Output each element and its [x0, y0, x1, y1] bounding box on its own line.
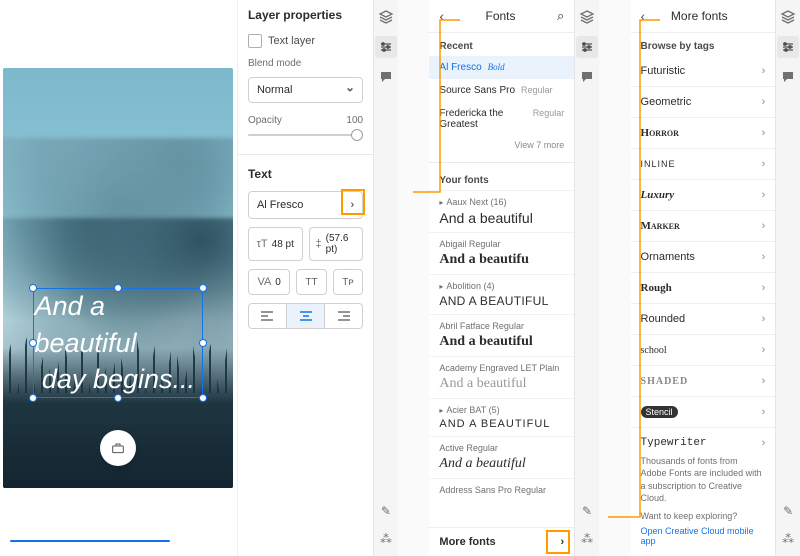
font-size-icon: τT [257, 238, 268, 250]
font-tag-row[interactable]: Horror› [631, 118, 776, 149]
your-fonts-label: Your fonts [429, 167, 574, 190]
tracking-icon: VA [257, 276, 271, 288]
font-tag-row[interactable]: school› [631, 335, 776, 366]
comment-icon[interactable] [779, 68, 797, 86]
right-rail: ✎ ⁂ [574, 0, 599, 556]
text-section-title: Text [238, 159, 373, 187]
more-fonts-panel: ‹ More fonts Browse by tags Futuristic›G… [631, 0, 776, 556]
toolbox-icon [110, 440, 126, 456]
align-center-button[interactable] [287, 303, 325, 329]
font-list-item[interactable]: ▸Acier BAT (5)AND A BEAUTIFUL [429, 398, 574, 436]
panel-title: Layer properties [238, 0, 373, 28]
right-rail: ✎ ⁂ [775, 0, 800, 556]
font-tag-row[interactable]: Stencil› [631, 397, 776, 428]
more-fonts-highlight [546, 530, 570, 554]
fonts-panel: ‹ Fonts ⌕ Recent Al FrescoBoldSource San… [429, 0, 574, 556]
align-right-button[interactable] [325, 303, 363, 329]
back-button[interactable]: ‹ [641, 8, 646, 24]
font-size-value: 48 pt [272, 239, 294, 250]
font-list-item[interactable]: Abigail RegularAnd a beautifu [429, 232, 574, 274]
recent-font-item[interactable]: Al FrescoBold [429, 56, 574, 79]
font-tag-row[interactable]: Futuristic› [631, 56, 776, 87]
slider-knob[interactable] [351, 129, 363, 141]
layers-icon[interactable] [779, 8, 797, 26]
canvas-area: And a beautiful day begins... [0, 0, 237, 556]
line-height-value: (57.6 pt) [326, 233, 356, 255]
pencil-icon[interactable]: ✎ [779, 502, 797, 520]
more-fonts-label: More fonts [439, 536, 495, 548]
properties-icon[interactable] [777, 36, 799, 58]
pencil-icon[interactable]: ✎ [578, 502, 596, 520]
opacity-value: 100 [346, 115, 363, 126]
slider-track [248, 134, 363, 136]
layers-icon[interactable] [377, 8, 395, 26]
font-tag-row[interactable]: Marker› [631, 211, 776, 242]
pencil-icon[interactable]: ✎ [377, 502, 395, 520]
opacity-slider[interactable] [248, 128, 363, 142]
bug-icon[interactable]: ⁂ [377, 530, 395, 548]
font-tag-row[interactable]: Luxury› [631, 180, 776, 211]
tracking-value: 0 [275, 277, 281, 288]
layer-properties-panel: Layer properties Text layer Blend mode N… [237, 0, 373, 556]
layers-icon[interactable] [578, 8, 596, 26]
line-height-icon: ‡ [316, 238, 322, 250]
footer-explore: Want to keep exploring? [631, 508, 776, 526]
font-size-field[interactable]: τT 48 pt [248, 227, 303, 261]
font-list-item[interactable]: ▸Abolition (4)AND A BEAUTIFUL [429, 274, 574, 314]
open-cc-link[interactable]: Open Creative Cloud mobile app [631, 526, 776, 556]
font-list-item[interactable]: Address Sans Pro Regular [429, 478, 574, 501]
chevron-down-icon [346, 86, 354, 94]
recent-font-item[interactable]: Fredericka the GreatestRegular [429, 102, 574, 136]
font-tag-row[interactable]: Typewriter› [631, 428, 776, 447]
font-list-item[interactable]: ▸Aaux Next (16)And a beautiful [429, 190, 574, 232]
text-layer-selection[interactable]: And a beautiful day begins... [33, 288, 203, 398]
search-icon[interactable]: ⌕ [557, 8, 564, 24]
properties-icon[interactable] [375, 36, 397, 58]
font-tag-row[interactable]: Ornaments› [631, 242, 776, 273]
bug-icon[interactable]: ⁂ [578, 530, 596, 548]
checkbox-icon [248, 34, 262, 48]
font-name: Al Fresco [257, 199, 303, 211]
blend-mode-select[interactable]: Normal [248, 77, 363, 103]
font-select-highlight [341, 189, 365, 215]
footer-note: Thousands of fonts from Adobe Fonts are … [631, 447, 776, 508]
opacity-label: Opacity [248, 115, 282, 126]
right-rail: ✎ ⁂ [373, 0, 398, 556]
text-layer-toggle[interactable]: Text layer [238, 28, 373, 54]
blend-mode-label: Blend mode [238, 54, 373, 73]
properties-icon[interactable] [576, 36, 598, 58]
font-list-item[interactable]: Active RegularAnd a beautiful [429, 436, 574, 478]
browse-tags-label: Browse by tags [631, 33, 776, 56]
recent-font-item[interactable]: Source Sans ProRegular [429, 79, 574, 102]
font-list-item[interactable]: Abril Fatface RegularAnd a beautiful [429, 314, 574, 356]
smallcaps-toggle[interactable]: Tᴘ [333, 269, 363, 295]
font-tag-row[interactable]: INLINE› [631, 149, 776, 180]
recent-label: Recent [429, 33, 574, 56]
text-line: And a beautiful [34, 288, 202, 361]
page-indicator [10, 540, 170, 542]
fonts-panel-title: Fonts [486, 9, 516, 23]
font-tag-row[interactable]: SHADED› [631, 366, 776, 397]
divider [238, 154, 373, 155]
font-tag-row[interactable]: Rounded› [631, 304, 776, 335]
font-list-item[interactable]: Academy Engraved LET PlainAnd a beautifu… [429, 356, 574, 398]
back-button[interactable]: ‹ [439, 8, 444, 24]
line-height-field[interactable]: ‡ (57.6 pt) [309, 227, 364, 261]
text-layer-label: Text layer [268, 35, 315, 47]
uppercase-toggle[interactable]: TT [296, 269, 326, 295]
artboard[interactable]: And a beautiful day begins... [3, 68, 233, 488]
font-tag-row[interactable]: Rough› [631, 273, 776, 304]
comment-icon[interactable] [377, 68, 395, 86]
tracking-field[interactable]: VA 0 [248, 269, 290, 295]
align-left-button[interactable] [248, 303, 287, 329]
comment-icon[interactable] [578, 68, 596, 86]
more-fonts-title: More fonts [671, 9, 728, 23]
blend-mode-value: Normal [257, 84, 292, 96]
text-line: day begins... [42, 361, 195, 397]
font-tag-row[interactable]: Geometric› [631, 87, 776, 118]
view-more-link[interactable]: View 7 more [429, 136, 574, 158]
bug-icon[interactable]: ⁂ [779, 530, 797, 548]
